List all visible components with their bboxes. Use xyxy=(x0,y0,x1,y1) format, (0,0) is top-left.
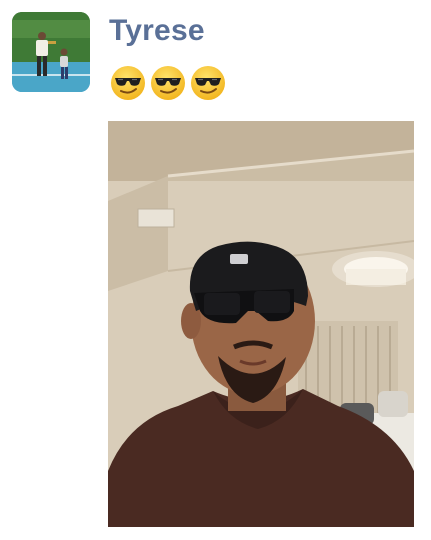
video-frame[interactable] xyxy=(108,121,414,527)
sender-avatar[interactable] xyxy=(12,12,90,92)
emoji-message xyxy=(109,64,227,102)
sender-name[interactable]: Tyrese xyxy=(109,14,205,48)
avatar-photo xyxy=(12,12,90,92)
cool-face-emoji-icon xyxy=(151,66,185,100)
cool-face-emoji-icon xyxy=(191,66,225,100)
cool-face-emoji-icon xyxy=(111,66,145,100)
selfie-image xyxy=(108,121,414,527)
message-post: Tyrese xyxy=(0,0,431,540)
